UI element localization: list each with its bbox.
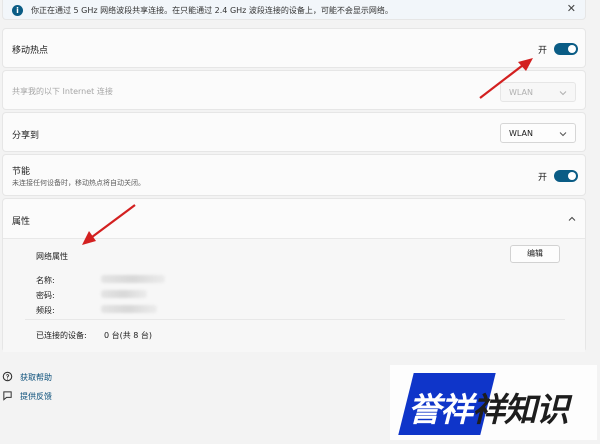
info-icon: i [12,5,23,16]
properties-card: 属性 网络属性 编辑 名称: 密码: 频段: 已连接的设备: 0 台(共 8 台… [2,198,586,352]
watermark-text: 誉祥祥知识 [408,390,569,429]
share-to-dropdown[interactable]: WLAN [500,123,576,143]
give-feedback-label: 提供反馈 [20,392,52,401]
connected-divider [25,319,565,320]
hotspot-toggle-label: 开 [538,46,548,56]
power-saving-row: 节能 未连接任何设备时，移动热点将自动关闭。 开 [2,154,586,196]
chevron-down-icon [559,91,567,96]
properties-header[interactable]: 属性 [3,199,585,239]
close-icon[interactable]: ✕ [567,2,576,15]
edit-button[interactable]: 编辑 [510,245,560,263]
feedback-icon [3,391,12,401]
name-field-label: 名称: [36,276,55,285]
hotspot-toggle[interactable] [554,43,578,55]
share-from-dropdown[interactable]: WLAN [500,82,576,102]
properties-title: 属性 [12,217,31,227]
power-saving-toggle-label: 开 [538,173,548,183]
chevron-down-icon [559,132,567,137]
help-icon [2,371,13,382]
hotspot-label: 移动热点 [12,46,49,56]
share-to-value: WLAN [509,129,534,138]
share-to-row: 分享到 WLAN [2,112,586,152]
password-field-value-redacted [101,290,147,298]
name-field-value-redacted [101,275,165,283]
hotspot-row: 移动热点 开 [2,28,586,68]
network-properties-label: 网络属性 [36,252,68,261]
band-field-label: 频段: [36,306,55,315]
info-banner: i 你正在通过 5 GHz 网络波段共享连接。在只能通过 2.4 GHz 波段连… [2,0,586,20]
get-help-label: 获取帮助 [20,373,52,382]
banner-text: 你正在通过 5 GHz 网络波段共享连接。在只能通过 2.4 GHz 波段连接的… [31,6,393,15]
power-saving-toggle[interactable] [554,170,578,182]
share-from-value: WLAN [509,88,534,97]
share-from-label: 共享我的以下 Internet 连接 [12,87,113,96]
share-from-row: 共享我的以下 Internet 连接 WLAN [2,70,586,110]
share-to-label: 分享到 [12,131,40,141]
properties-body: 网络属性 编辑 名称: 密码: 频段: 已连接的设备: 0 台(共 8 台) [3,239,585,352]
connected-devices-value: 0 台(共 8 台) [104,331,153,340]
watermark-logo: 誉祥祥知识 [390,365,597,440]
power-saving-label: 节能 [12,167,31,177]
password-field-label: 密码: [36,291,55,300]
band-field-value-redacted [101,305,157,313]
connected-devices-label: 已连接的设备: [36,331,87,340]
power-saving-description: 未连接任何设备时，移动热点将自动关闭。 [12,179,145,187]
chevron-up-icon [568,216,576,221]
